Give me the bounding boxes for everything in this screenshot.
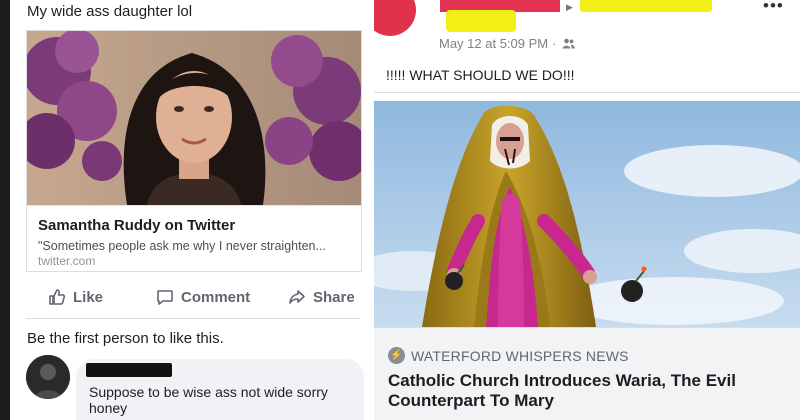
- link-title[interactable]: Samantha Ruddy on Twitter: [38, 217, 235, 234]
- likes-summary: Be the first person to like this.: [27, 330, 224, 347]
- share-label: Share: [313, 288, 355, 306]
- post-divider: [374, 92, 800, 93]
- post-actions-bar: Like Comment Share: [10, 284, 374, 316]
- link-preview-photo: [27, 31, 361, 205]
- link-description: "Sometimes people ask me why I never str…: [38, 239, 326, 253]
- post-timestamp-row: May 12 at 5:09 PM ·: [439, 36, 576, 51]
- link-domain: twitter.com: [38, 254, 96, 268]
- actions-divider: [26, 318, 360, 319]
- name-redaction-mark: [446, 10, 516, 32]
- bolt-icon: ⚡: [388, 347, 405, 364]
- thumbs-up-icon: [49, 289, 66, 305]
- like-label: Like: [73, 288, 104, 306]
- commenter-name-redacted: [86, 363, 172, 377]
- left-post-panel: My wide ass daughter lol Samantha Ruddy …: [10, 0, 374, 420]
- share-button[interactable]: Share: [288, 288, 355, 306]
- post-text: !!!!! WHAT SHOULD WE DO!!!: [386, 67, 575, 83]
- poster-avatar-redacted[interactable]: [374, 0, 416, 36]
- link-preview-image[interactable]: [374, 101, 800, 327]
- link-headline[interactable]: Catholic Church Introduces Waria, The Ev…: [388, 371, 788, 411]
- link-preview-meta[interactable]: ⚡ WATERFORD WHISPERS NEWS Catholic Churc…: [374, 327, 800, 420]
- post-timestamp[interactable]: May 12 at 5:09 PM: [439, 36, 548, 51]
- comment-button[interactable]: Comment: [156, 288, 250, 306]
- comment-icon: [157, 290, 173, 305]
- like-button[interactable]: Like: [48, 288, 103, 306]
- comment-bubble: Suppose to be wise ass not wide sorry ho…: [76, 359, 364, 420]
- post-text: My wide ass daughter lol: [27, 3, 193, 20]
- commenter-avatar[interactable]: [26, 355, 70, 399]
- link-preview-meta: Samantha Ruddy on Twitter "Sometimes peo…: [27, 205, 361, 271]
- link-source-row: ⚡ WATERFORD WHISPERS NEWS: [388, 347, 629, 364]
- comment-label: Comment: [181, 288, 251, 306]
- link-preview-card[interactable]: Samantha Ruddy on Twitter "Sometimes peo…: [26, 30, 362, 272]
- share-icon: [289, 290, 305, 304]
- group-name-redacted: [580, 0, 712, 12]
- link-source: WATERFORD WHISPERS NEWS: [411, 347, 629, 364]
- friends-icon: [562, 38, 576, 49]
- comment-text: Suppose to be wise ass not wide sorry ho…: [89, 384, 328, 416]
- arrow-right-icon: ▶: [566, 2, 573, 12]
- right-post-panel: ▶ ••• May 12 at 5:09 PM · !!!!! WHAT SHO…: [374, 0, 800, 420]
- timestamp-separator: ·: [552, 36, 557, 51]
- more-options-icon[interactable]: •••: [763, 0, 784, 16]
